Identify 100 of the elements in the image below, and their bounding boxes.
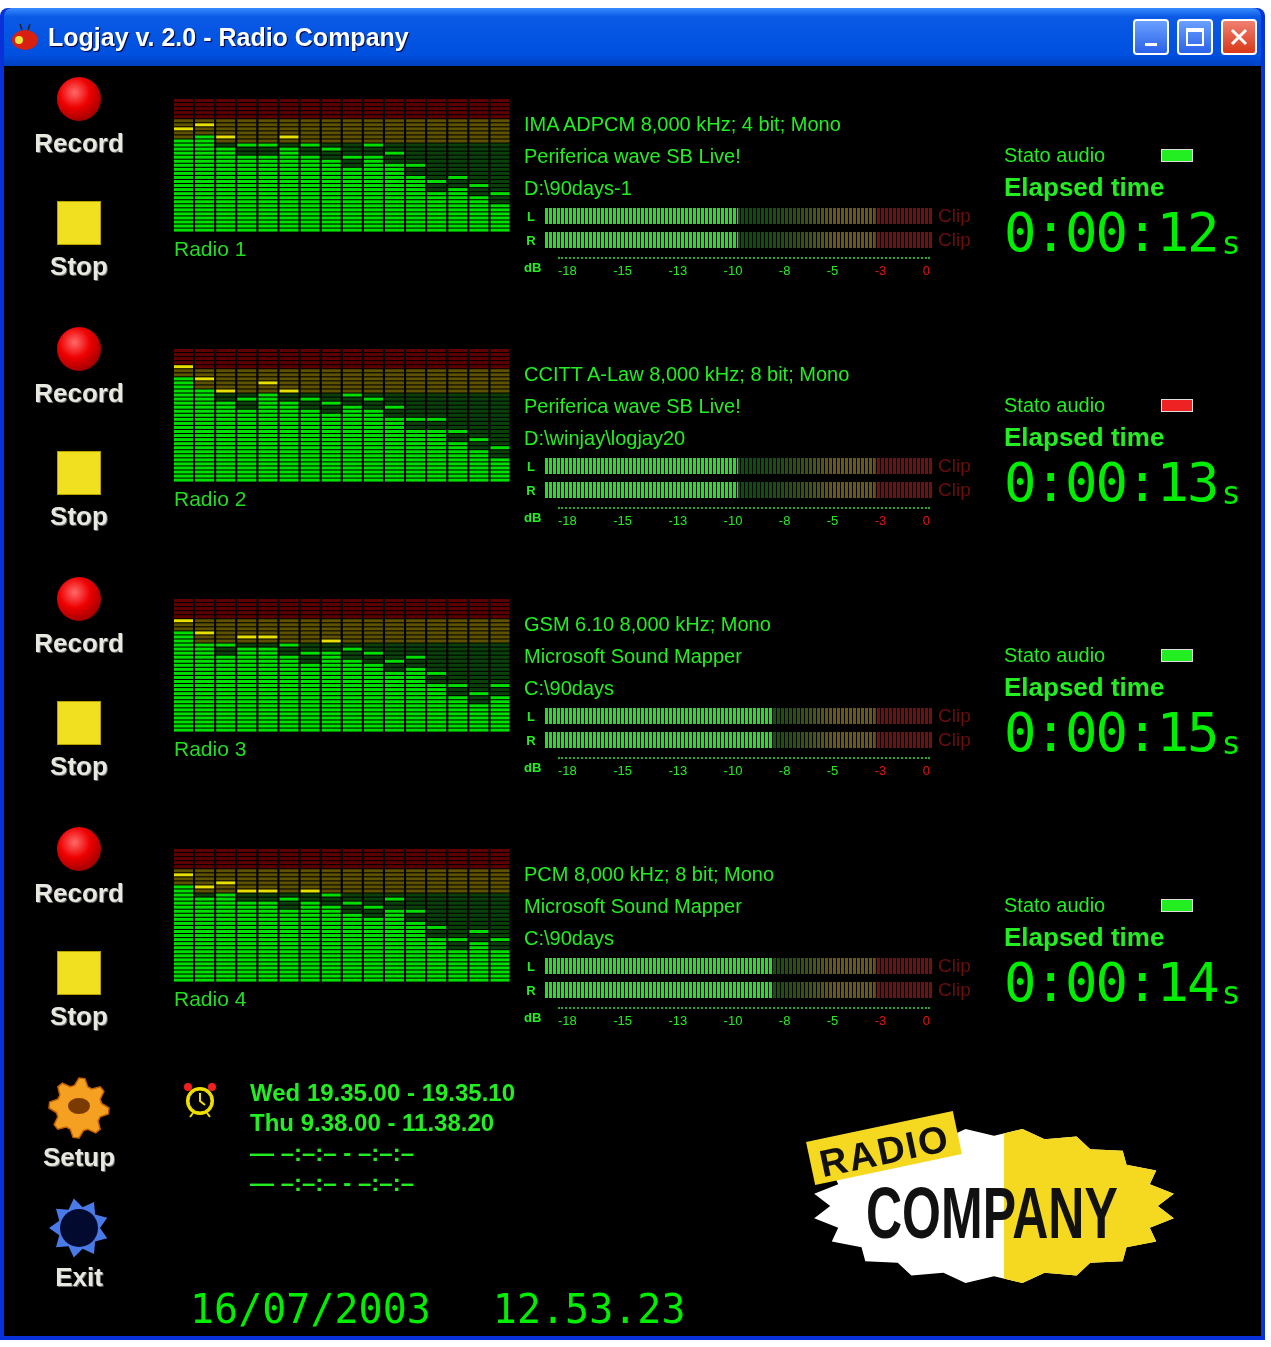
record-button[interactable]: Record xyxy=(34,576,124,696)
clip-label: Clip xyxy=(938,955,971,977)
record-button[interactable]: Record xyxy=(34,826,124,946)
record-button[interactable]: Record xyxy=(34,326,124,446)
ladybug-icon xyxy=(10,22,40,52)
seconds-unit: s xyxy=(1221,473,1241,513)
elapsed-time: 0:00:13 xyxy=(1004,453,1218,513)
scale-label: -5 xyxy=(826,262,839,278)
stop-icon xyxy=(57,951,101,995)
scale-label: -10 xyxy=(723,762,743,778)
window-title: Logjay v. 2.0 - Radio Company xyxy=(48,22,410,52)
clip-label: Clip xyxy=(938,205,971,227)
scale-label: -10 xyxy=(723,1012,743,1028)
audio-format: PCM 8,000 kHz; 8 bit; Mono xyxy=(524,862,776,887)
exit-button[interactable]: Exit xyxy=(47,1196,111,1311)
scale-label: 0 xyxy=(922,762,930,778)
scale-label: -13 xyxy=(668,762,688,778)
seconds-unit: s xyxy=(1221,223,1241,263)
scale-label: -18 xyxy=(558,262,577,278)
scale-label: -8 xyxy=(778,262,791,278)
scale-label: -3 xyxy=(874,262,887,278)
record-icon xyxy=(56,576,102,622)
output-path: D:\90days-1 xyxy=(524,176,633,201)
setup-button[interactable]: Setup xyxy=(42,1076,116,1191)
close-button[interactable] xyxy=(1221,19,1257,55)
channel-name: Radio 2 xyxy=(174,487,248,511)
current-time: 12.53.23 xyxy=(492,1286,686,1332)
scale-label: -8 xyxy=(778,512,791,528)
scale-label: -13 xyxy=(668,262,688,278)
scale-label: -15 xyxy=(613,762,632,778)
clip-label: Clip xyxy=(938,479,971,501)
status-label: Stato audio xyxy=(1004,393,1106,417)
stop-button[interactable]: Stop xyxy=(50,951,108,1071)
stop-icon xyxy=(57,201,101,245)
minimize-button[interactable] xyxy=(1133,19,1169,55)
elapsed-label: Elapsed time xyxy=(1004,422,1166,453)
scale-label: -18 xyxy=(558,512,577,528)
schedule-entry: Wed 19.35.00 - 19.35.10 xyxy=(250,1078,516,1108)
input-device: Periferica wave SB Live! xyxy=(524,144,742,169)
scale-label: -5 xyxy=(826,1012,839,1028)
channel-name: Radio 1 xyxy=(174,237,248,261)
scale-label: -3 xyxy=(874,1012,887,1028)
scale-label: -15 xyxy=(613,262,632,278)
seconds-unit: s xyxy=(1221,973,1241,1013)
stop-button[interactable]: Stop xyxy=(50,201,108,321)
stop-button[interactable]: Stop xyxy=(50,701,108,821)
elapsed-time: 0:00:14 xyxy=(1004,953,1218,1013)
elapsed-time: 0:00:15 xyxy=(1004,703,1218,763)
clip-label: Clip xyxy=(938,729,971,751)
channel-letter: R xyxy=(525,982,537,998)
channel-letter: R xyxy=(525,732,537,748)
elapsed-time: 0:00:12 xyxy=(1004,203,1218,263)
current-date: 16/07/2003 xyxy=(190,1286,431,1332)
scale-label: -5 xyxy=(826,512,839,528)
input-device: Microsoft Sound Mapper xyxy=(524,644,743,669)
clip-label: Clip xyxy=(938,455,971,477)
scale-label: -3 xyxy=(874,762,887,778)
scale-label: -10 xyxy=(723,512,743,528)
scale-label: -15 xyxy=(613,1012,632,1028)
clip-label: Clip xyxy=(938,979,971,1001)
scale-label: -5 xyxy=(826,762,839,778)
scale-label: -15 xyxy=(613,512,632,528)
channel-letter: R xyxy=(525,482,537,498)
elapsed-label: Elapsed time xyxy=(1004,922,1166,953)
elapsed-label: Elapsed time xyxy=(1004,172,1166,203)
scale-label: -13 xyxy=(668,512,688,528)
channel-letter: L xyxy=(526,708,536,724)
channel-letter: R xyxy=(525,232,537,248)
status-label: Stato audio xyxy=(1004,643,1106,667)
channel-letter: L xyxy=(526,208,536,224)
maximize-button[interactable] xyxy=(1177,19,1213,55)
scale-label: -8 xyxy=(778,1012,791,1028)
scale-label: 0 xyxy=(922,262,930,278)
close-icon xyxy=(1229,27,1249,47)
audio-format: GSM 6.10 8,000 kHz; Mono xyxy=(524,612,772,637)
audio-format: CCITT A-Law 8,000 kHz; 8 bit; Mono xyxy=(524,362,851,387)
elapsed-label: Elapsed time xyxy=(1004,672,1166,703)
scale-label: 0 xyxy=(922,1012,930,1028)
seconds-unit: s xyxy=(1221,723,1241,763)
output-path: D:\winjay\logjay20 xyxy=(524,426,687,451)
stop-icon xyxy=(57,451,101,495)
status-label: Stato audio xyxy=(1004,143,1106,167)
clip-label: Clip xyxy=(938,229,971,251)
record-icon xyxy=(56,826,102,872)
clip-label: Clip xyxy=(938,705,971,727)
schedule-entry: — –:–:– - –:–:– xyxy=(250,1168,416,1198)
record-button[interactable]: Record xyxy=(34,76,124,196)
channel-letter: L xyxy=(526,458,536,474)
status-label: Stato audio xyxy=(1004,893,1106,917)
input-device: Periferica wave SB Live! xyxy=(524,394,742,419)
schedule-entry: — –:–:– - –:–:– xyxy=(250,1138,416,1168)
audio-format: IMA ADPCM 8,000 kHz; 4 bit; Mono xyxy=(524,112,842,137)
record-icon xyxy=(56,76,102,122)
stop-button[interactable]: Stop xyxy=(50,451,108,571)
scale-label: -3 xyxy=(874,512,887,528)
minimize-icon xyxy=(1145,42,1157,46)
scale-label: -13 xyxy=(668,1012,688,1028)
scale-label: -10 xyxy=(723,262,743,278)
stop-icon xyxy=(57,701,101,745)
scale-label: -18 xyxy=(558,762,577,778)
